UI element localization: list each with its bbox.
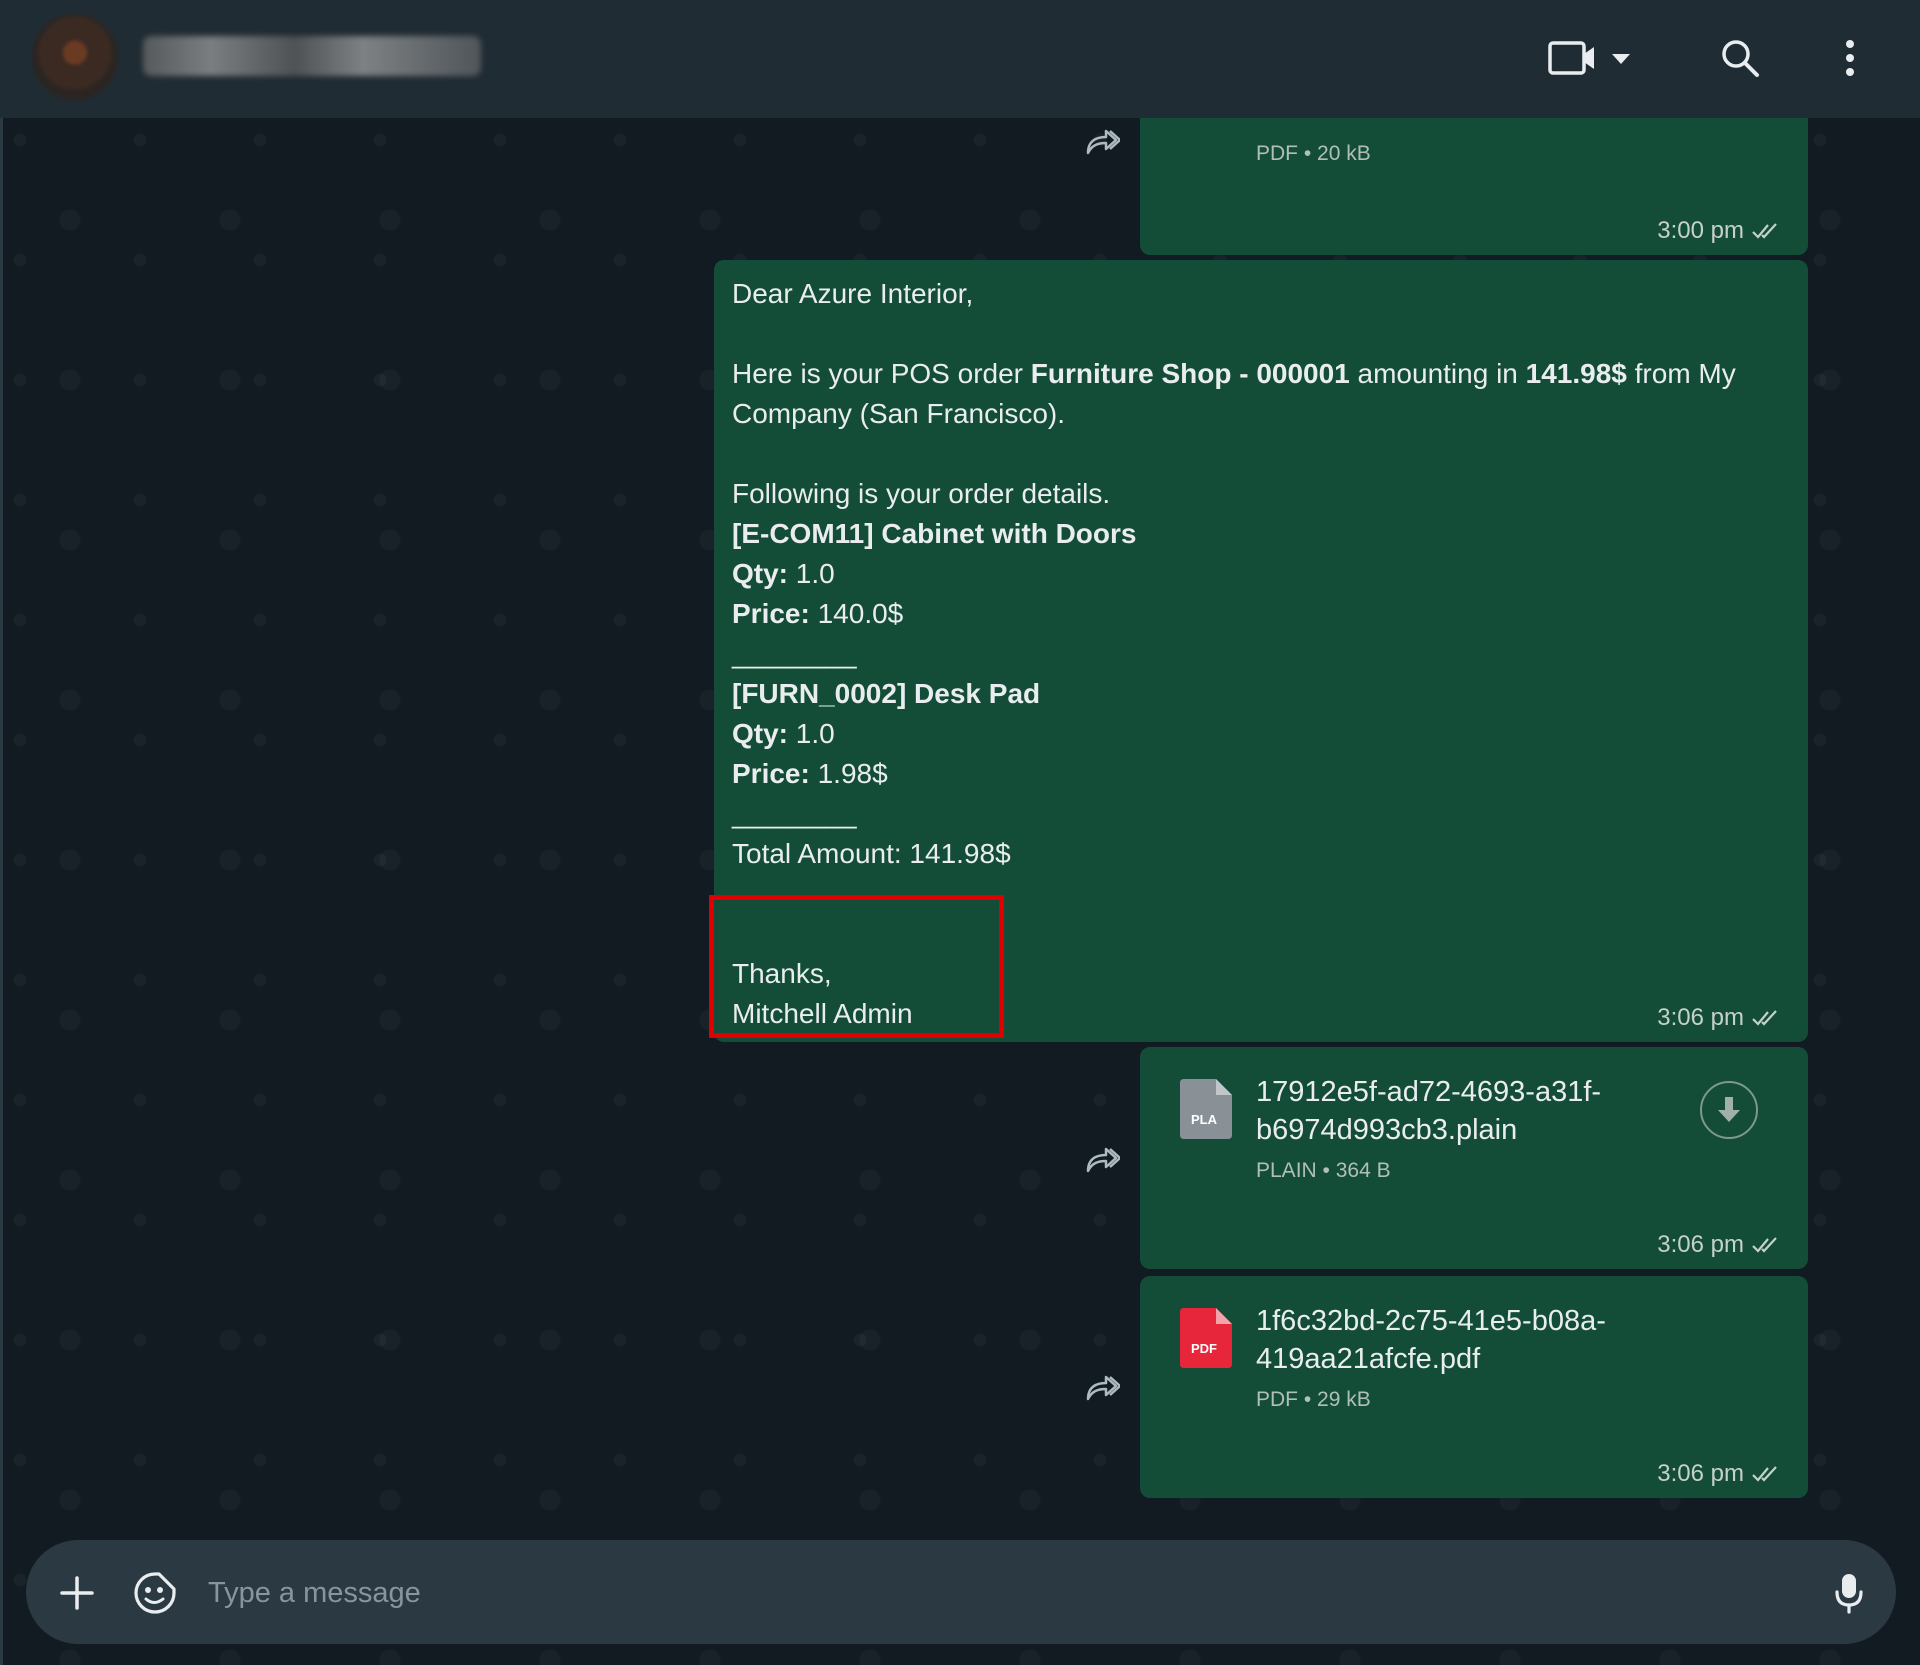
file-type-label: PDF [1191,1341,1217,1356]
order-intro: Here is your POS order Furniture Shop - … [732,358,1736,429]
separator: ________ [732,638,857,669]
forward-button[interactable] [1080,1366,1124,1410]
menu-button[interactable] [1824,32,1876,84]
message-time: 3:06 pm [1657,1004,1780,1032]
file-message-top[interactable]: PDF • 20 kB 3:00 pm [1140,100,1808,255]
separator: ________ [732,798,857,829]
contact-avatar[interactable] [32,14,118,100]
item-name: [FURN_0002] Desk Pad [732,678,1041,709]
forward-icon [1086,1375,1120,1401]
file-message-pdf[interactable]: PDF 1f6c32bd-2c75-41e5-b08a- 419aa21afcf… [1140,1276,1808,1498]
order-amount: 141.98$ [1525,358,1627,389]
voice-button[interactable] [1826,1568,1872,1618]
total-amount: Total Amount: 141.98$ [732,838,1011,869]
pdf-file-icon: PDF [1180,1308,1232,1368]
microphone-icon [1835,1574,1863,1614]
double-check-icon [1752,1237,1777,1253]
sticker-button[interactable] [130,1568,180,1618]
chevron-down-icon [1612,54,1630,64]
file-name: 1f6c32bd-2c75-41e5-b08a- 419aa21afcfe.pd… [1256,1305,1606,1375]
file-type-label: PLA [1191,1112,1218,1127]
download-icon [1718,1097,1740,1122]
highlight-box [709,895,1004,1038]
plain-file-icon: PLA [1180,1079,1232,1139]
details-heading: Following is your order details. [732,478,1111,509]
item-name: [E-COM11] Cabinet with Doors [732,518,1137,549]
item-qty: Qty: 1.0 [732,558,835,589]
file-meta: PLAIN • 364 B [1256,1159,1391,1182]
file-name: 17912e5f-ad72-4693-a31f- b6974d993cb3.pl… [1256,1076,1602,1146]
message-time: 3:06 pm [1657,1460,1780,1488]
search-icon [1722,40,1759,77]
contact-name-blurred[interactable] [143,36,481,76]
double-check-icon [1752,1010,1777,1026]
video-call-icon [1548,41,1630,75]
double-check-icon [1752,223,1777,239]
item-price: Price: 1.98$ [732,758,888,789]
attach-button[interactable] [54,1570,100,1616]
forward-icon [1086,129,1120,155]
plus-icon [60,1576,94,1610]
greeting: Dear Azure Interior, [732,278,974,309]
search-button[interactable] [1714,32,1766,84]
message-input[interactable] [206,1566,1810,1620]
order-reference: Furniture Shop - 000001 [1030,358,1350,389]
forward-button[interactable] [1080,120,1124,164]
file-meta: PDF • 20 kB [1256,142,1371,165]
file-meta: PDF • 29 kB [1256,1388,1371,1411]
more-vert-icon [1846,40,1854,76]
message-time: 3:00 pm [1657,217,1780,245]
item-qty: Qty: 1.0 [732,718,835,749]
sticker-icon [134,1572,176,1614]
download-button[interactable] [1700,1081,1758,1139]
item-price: Price: 140.0$ [732,598,904,629]
message-time: 3:06 pm [1657,1231,1780,1259]
video-call-button[interactable] [1546,32,1636,84]
message-composer [26,1540,1896,1644]
double-check-icon [1752,1466,1777,1482]
chat-header [0,0,1920,118]
forward-icon [1086,1147,1120,1173]
forward-button[interactable] [1080,1138,1124,1182]
window-border [0,0,3,1665]
file-message-plain[interactable]: PLA 17912e5f-ad72-4693-a31f- b6974d993cb… [1140,1047,1808,1269]
